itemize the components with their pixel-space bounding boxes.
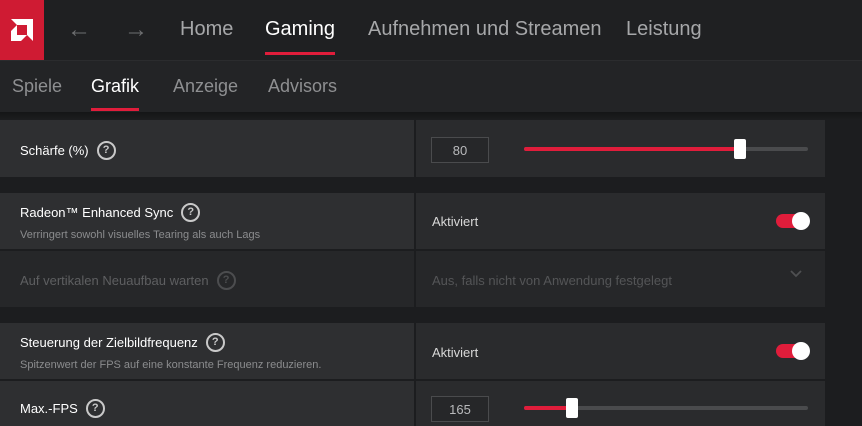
toggle-knob xyxy=(792,342,810,360)
frtc-help-icon[interactable]: ? xyxy=(205,333,225,352)
frtc-toggle[interactable] xyxy=(776,342,810,360)
tab-record-and-stream-label: Aufnehmen und Streamen xyxy=(368,18,602,40)
sub-navigation-bar: Spiele Grafik Anzeige Advisors xyxy=(0,60,862,113)
sharpness-slider-fill xyxy=(524,147,740,151)
tab-gaming[interactable]: Gaming xyxy=(265,18,336,55)
sharpness-help-icon[interactable]: ? xyxy=(96,141,116,160)
subtab-games-label: Spiele xyxy=(12,76,63,96)
sharpness-value-field[interactable]: 80 xyxy=(431,137,489,163)
sharpness-slider-thumb[interactable] xyxy=(733,139,746,159)
frtc-label: Steuerung der Zielbildfrequenz? xyxy=(20,333,225,353)
subtab-graphics-label: Grafik xyxy=(91,76,140,96)
vsync-help-icon: ? xyxy=(216,271,236,290)
amd-logo-icon xyxy=(11,19,33,41)
subtab-graphics[interactable]: Grafik xyxy=(91,76,140,111)
enhanced-sync-setting-row: Radeon™ Enhanced Sync? Verringert sowohl… xyxy=(0,193,825,249)
vsync-label-text: Auf vertikalen Neuaufbau warten xyxy=(20,272,209,288)
max-fps-setting-row: Max.-FPS? 165 xyxy=(0,381,825,426)
tab-home[interactable]: Home xyxy=(180,18,233,41)
vsync-dropdown-value: Aus, falls nicht von Anwendung festgeleg… xyxy=(432,273,672,288)
sharpness-setting-row: Schärfe (%)? 80 xyxy=(0,120,825,177)
max-fps-slider-fill xyxy=(524,406,573,410)
enhanced-sync-toggle[interactable] xyxy=(776,212,810,230)
subtab-display[interactable]: Anzeige xyxy=(173,76,238,97)
subtab-advisors[interactable]: Advisors xyxy=(268,76,337,97)
enhanced-sync-help-icon[interactable]: ? xyxy=(181,203,201,222)
enhanced-sync-description: Verringert sowohl visuelles Tearing als … xyxy=(20,229,261,241)
active-tab-indicator xyxy=(265,52,336,55)
tab-home-label: Home xyxy=(180,18,234,40)
frtc-description: Spitzenwert der FPS auf eine konstante F… xyxy=(20,359,322,371)
subtab-advisors-label: Advisors xyxy=(268,76,338,96)
subtab-display-label: Anzeige xyxy=(173,76,239,96)
subbar-shadow xyxy=(0,112,862,120)
enhanced-sync-label: Radeon™ Enhanced Sync? xyxy=(20,203,201,223)
tab-record-and-stream[interactable]: Aufnehmen und Streamen xyxy=(368,18,602,41)
active-subtab-indicator xyxy=(91,108,140,111)
frtc-setting-row: Steuerung der Zielbildfrequenz? Spitzenw… xyxy=(0,323,825,379)
enhanced-sync-status: Aktiviert xyxy=(432,214,479,229)
max-fps-help-icon[interactable]: ? xyxy=(85,399,105,418)
frtc-label-text: Steuerung der Zielbildfrequenz xyxy=(20,334,198,350)
max-fps-label-text: Max.-FPS xyxy=(20,400,78,416)
tab-performance-label: Leistung xyxy=(626,18,702,40)
tab-gaming-label: Gaming xyxy=(265,18,336,40)
max-fps-value-field[interactable]: 165 xyxy=(431,396,489,422)
amd-logo[interactable] xyxy=(0,0,44,60)
back-arrow-icon[interactable]: ← xyxy=(66,17,92,43)
frtc-status: Aktiviert xyxy=(432,345,479,360)
max-fps-label: Max.-FPS? xyxy=(20,399,105,419)
sharpness-slider[interactable] xyxy=(524,139,808,159)
tab-performance[interactable]: Leistung xyxy=(626,18,702,41)
max-fps-slider[interactable] xyxy=(524,398,808,418)
forward-arrow-icon[interactable]: → xyxy=(123,17,149,43)
toggle-knob xyxy=(792,212,810,230)
sharpness-label: Schärfe (%)? xyxy=(20,141,116,161)
vsync-label: Auf vertikalen Neuaufbau warten? xyxy=(20,271,236,291)
top-navigation-bar: ← → Home Gaming Aufnehmen und Streamen L… xyxy=(0,0,862,60)
vsync-setting-row: Auf vertikalen Neuaufbau warten? Aus, fa… xyxy=(0,251,825,307)
sharpness-label-text: Schärfe (%) xyxy=(20,142,89,158)
enhanced-sync-label-text: Radeon™ Enhanced Sync xyxy=(20,204,174,220)
max-fps-slider-thumb[interactable] xyxy=(566,398,579,418)
subtab-games[interactable]: Spiele xyxy=(12,76,62,97)
chevron-down-icon xyxy=(790,270,802,278)
